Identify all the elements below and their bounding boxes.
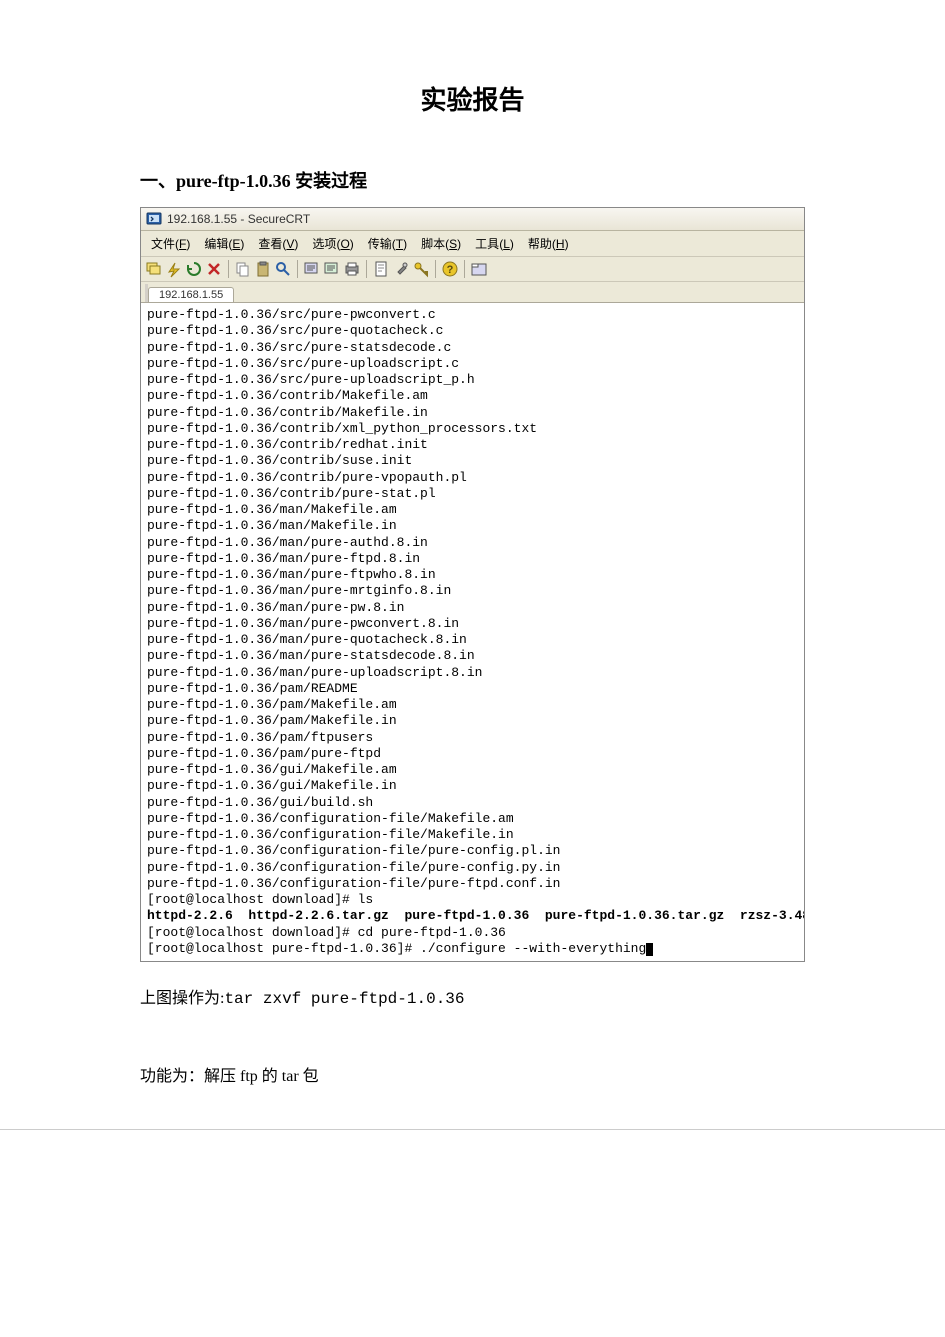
quick-connect-icon[interactable] xyxy=(165,260,183,278)
tools-icon[interactable] xyxy=(392,260,410,278)
copy-icon[interactable] xyxy=(234,260,252,278)
caption-function: 功能为：解压 ftp 的 tar 包 xyxy=(140,1068,319,1085)
svg-text:?: ? xyxy=(447,264,454,276)
menu-bar: 文件(F) 编辑(E) 查看(V) 选项(O) 传输(T) 脚本(S) 工具(L… xyxy=(141,231,804,257)
toolbar-separator xyxy=(366,260,367,278)
menu-file[interactable]: 文件(F) xyxy=(145,233,196,254)
toolbar-separator xyxy=(228,260,229,278)
menu-script[interactable]: 脚本(S) xyxy=(415,233,467,254)
caption-command: tar zxvf pure-ftpd-1.0.36 xyxy=(224,990,464,1008)
menu-options[interactable]: 选项(O) xyxy=(306,233,359,254)
menu-view[interactable]: 查看(V) xyxy=(252,233,304,254)
toolbar-separator xyxy=(435,260,436,278)
menu-transfer[interactable]: 传输(T) xyxy=(362,233,413,254)
title-bar: 192.168.1.55 - SecureCRT xyxy=(141,208,804,231)
session-tab[interactable]: 192.168.1.55 xyxy=(148,287,234,302)
toolbar-separator xyxy=(297,260,298,278)
help-icon[interactable]: ? xyxy=(441,260,459,278)
toolbar: ? xyxy=(141,257,804,282)
prompt-configure: [root@localhost pure-ftpd-1.0.36]# ./con… xyxy=(147,941,646,956)
key-icon[interactable] xyxy=(412,260,430,278)
reconnect-icon[interactable] xyxy=(185,260,203,278)
menu-edit[interactable]: 编辑(E) xyxy=(198,233,250,254)
tab-strip: 192.168.1.55 xyxy=(141,282,804,303)
find-icon[interactable] xyxy=(274,260,292,278)
global-options-icon[interactable] xyxy=(323,260,341,278)
caption-prefix: 上图操作为: xyxy=(140,990,224,1007)
terminal-output[interactable]: pure-ftpd-1.0.36/src/pure-pwconvert.c pu… xyxy=(141,303,804,961)
figure-caption: 上图操作为:tar zxvf pure-ftpd-1.0.36 功能为：解压 f… xyxy=(140,986,805,1089)
session-options-icon[interactable] xyxy=(303,260,321,278)
section-heading-1: 一、pure-ftp-1.0.36 安装过程 xyxy=(140,167,805,193)
securecrt-app-icon xyxy=(146,211,162,227)
securecrt-window: 192.168.1.55 - SecureCRT 文件(F) 编辑(E) 查看(… xyxy=(140,207,805,962)
new-tab-icon[interactable] xyxy=(470,260,488,278)
document-title: 实验报告 xyxy=(140,80,805,117)
prompt-cd: [root@localhost download]# cd pure-ftpd-… xyxy=(147,925,506,940)
paste-icon[interactable] xyxy=(254,260,272,278)
print-icon[interactable] xyxy=(343,260,361,278)
connect-icon[interactable] xyxy=(145,260,163,278)
menu-help[interactable]: 帮助(H) xyxy=(522,233,575,254)
log-session-icon[interactable] xyxy=(372,260,390,278)
menu-tools[interactable]: 工具(L) xyxy=(469,233,520,254)
toolbar-separator xyxy=(464,260,465,278)
document-page: 实验报告 一、pure-ftp-1.0.36 安装过程 192.168.1.55… xyxy=(0,0,945,1130)
window-title: 192.168.1.55 - SecureCRT xyxy=(167,212,310,226)
ls-output: httpd-2.2.6 httpd-2.2.6.tar.gz pure-ftpd… xyxy=(147,908,804,923)
prompt-ls: [root@localhost download]# ls xyxy=(147,892,373,907)
disconnect-icon[interactable] xyxy=(205,260,223,278)
terminal-cursor xyxy=(646,943,653,956)
